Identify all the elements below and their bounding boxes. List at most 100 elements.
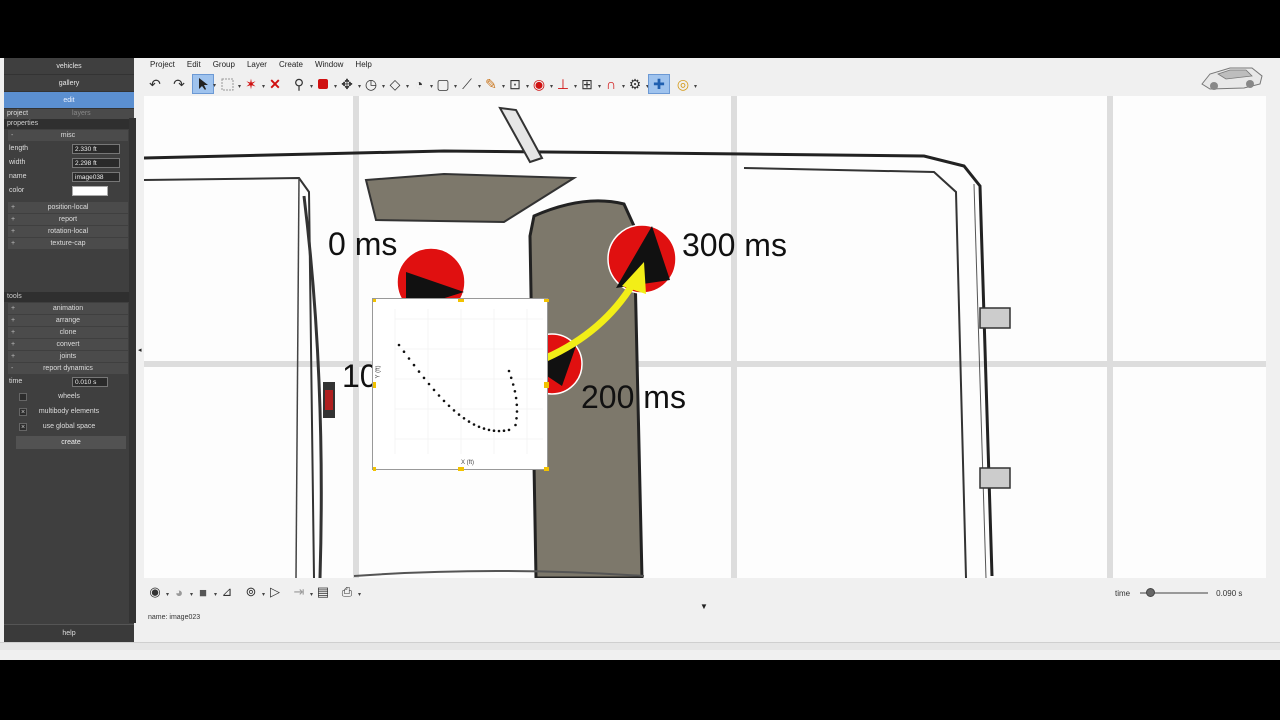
plot-point	[417, 370, 421, 373]
insert-icon[interactable]: ⊡ ▾	[504, 74, 529, 94]
time-field[interactable]: 0.010 s	[72, 377, 108, 387]
plot-point	[427, 382, 431, 386]
drawing-canvas[interactable]: 0 ms 300 ms 200 ms 10 X (ft) Y (ft)	[144, 96, 1266, 578]
group-report[interactable]: + report	[8, 214, 128, 225]
help-icon[interactable]: ◎ ▾	[672, 74, 697, 94]
tool-clone[interactable]: + clone	[8, 327, 128, 338]
global-space-checkbox[interactable]: ×	[19, 423, 27, 431]
panel-scrollbar[interactable]	[129, 118, 136, 623]
target-icon[interactable]: ◉ ▾	[528, 74, 553, 94]
crop-icon[interactable]: ⊿	[216, 582, 238, 602]
node-edit-icon[interactable]: ✶ ▾	[240, 74, 265, 94]
axes-icon[interactable]: ⊥ ▾	[552, 74, 577, 94]
tool-label: convert	[56, 341, 80, 348]
pencil-icon[interactable]: ✎ ▾	[480, 74, 505, 94]
tool-label: report dynamics	[43, 365, 93, 372]
sphere-icon[interactable]: ◉ ▾	[144, 582, 169, 602]
collapse-arrow-icon[interactable]: ▼	[700, 602, 708, 611]
global-space-row[interactable]: × use global space	[4, 419, 134, 434]
step-icon[interactable]: ⇥ ▾	[288, 582, 313, 602]
subtabs: project layers	[4, 109, 134, 119]
time-slider-thumb[interactable]	[1145, 588, 1155, 597]
selected-image-overlay[interactable]: X (ft) Y (ft)	[370, 296, 550, 473]
plot-point	[402, 350, 406, 353]
group-position-local[interactable]: + position-local	[8, 202, 128, 213]
rectangle-select-icon[interactable]: ▾	[216, 74, 241, 94]
group-label: report	[58, 216, 78, 223]
frame-icon[interactable]: ▢ ▾	[432, 74, 457, 94]
tools-header: tools	[4, 292, 134, 302]
group-texture-cap[interactable]: + texture-cap	[8, 238, 128, 249]
label-300ms: 300 ms	[682, 227, 787, 263]
multibody-checkbox[interactable]: ×	[19, 408, 27, 416]
multibody-label: multibody elements	[38, 408, 100, 415]
tab-project[interactable]: project	[4, 109, 69, 119]
grid-icon[interactable]: ✚	[648, 74, 670, 94]
multibody-row[interactable]: × multibody elements	[4, 404, 134, 419]
select-arrow-icon[interactable]: ▾	[192, 74, 216, 94]
expand-icon: +	[11, 341, 16, 348]
tool-report-dynamics[interactable]: - report dynamics	[8, 363, 128, 374]
width-field[interactable]: 2.298 ft	[72, 158, 120, 168]
nav-edit[interactable]: edit	[4, 92, 134, 109]
global-space-label: use global space	[42, 423, 96, 430]
help-button[interactable]: help	[4, 624, 134, 642]
time-slider[interactable]	[1140, 587, 1209, 599]
vehicle-diagram	[144, 96, 1266, 578]
sphere-alt-icon[interactable]: ◕ ▾	[168, 582, 193, 602]
plot-point	[515, 417, 518, 420]
panel-splitter-icon[interactable]: ◂	[138, 346, 142, 354]
group-rotation-local[interactable]: + rotation-local	[8, 226, 128, 237]
color-swatch[interactable]	[72, 186, 108, 196]
gear-icon[interactable]: ⚙▾	[624, 74, 649, 94]
plot-xlabel: X (ft)	[461, 460, 474, 466]
nav-gallery[interactable]: gallery	[4, 75, 134, 92]
time-value: 0.090 s	[1216, 588, 1243, 598]
prop-label: time	[9, 378, 23, 385]
polygon-icon[interactable]: ◇ ▾	[384, 74, 409, 94]
expand-icon: +	[11, 317, 16, 324]
tool-joints[interactable]: + joints	[8, 351, 128, 362]
collapse-icon: -	[11, 365, 14, 372]
align-icon[interactable]: ⊞ ▾	[576, 74, 601, 94]
redo-icon[interactable]: ↷	[168, 74, 190, 94]
tool-convert[interactable]: + convert	[8, 339, 128, 350]
report-icon[interactable]: ▤	[312, 582, 334, 602]
length-field[interactable]: 2.330 ft	[72, 144, 120, 154]
menu-project[interactable]: Project	[144, 58, 181, 70]
tool-label: animation	[52, 305, 84, 312]
expand-icon: +	[11, 329, 16, 336]
measure-icon[interactable]: ◔ ▾	[408, 74, 433, 94]
prop-label: width	[9, 159, 26, 166]
misc-group[interactable]: - misc	[8, 130, 128, 141]
camera-path-icon[interactable]: ⊚ ▾	[240, 582, 265, 602]
shape-icon[interactable]: ▾	[312, 74, 337, 94]
tool-arrange[interactable]: + arrange	[8, 315, 128, 326]
menu-layer[interactable]: Layer	[241, 58, 273, 70]
menu-edit[interactable]: Edit	[181, 58, 207, 70]
delete-icon[interactable]: ✕	[264, 74, 286, 94]
tool-animation[interactable]: + animation	[8, 303, 128, 314]
magnet-icon[interactable]: ∩ ▾	[600, 74, 625, 94]
menu-create[interactable]: Create	[273, 58, 309, 70]
print-icon[interactable]: ⎙ ▾	[336, 582, 361, 602]
collapse-icon: -	[11, 132, 14, 139]
pan-icon[interactable]: ✥ ▾	[336, 74, 361, 94]
tab-layers[interactable]: layers	[69, 109, 134, 119]
line-icon[interactable]: ⟋ ▾	[456, 74, 481, 94]
menu-group[interactable]: Group	[207, 58, 241, 70]
fill-icon[interactable]: ■ ▾	[192, 582, 217, 602]
rotate-icon[interactable]: ◷ ▾	[360, 74, 385, 94]
nav-vehicles[interactable]: vehicles	[4, 58, 134, 75]
undo-icon[interactable]: ↶	[144, 74, 166, 94]
plot-point	[462, 417, 466, 420]
wheels-row[interactable]: wheels	[4, 389, 134, 404]
plot-point	[492, 429, 496, 432]
create-button[interactable]: create	[16, 436, 126, 449]
zoom-icon[interactable]: ⚲ ▾	[288, 74, 313, 94]
wheels-checkbox[interactable]	[19, 393, 27, 401]
play-icon[interactable]: ▷	[264, 582, 286, 602]
name-field[interactable]: image038	[72, 172, 120, 182]
menu-window[interactable]: Window	[309, 58, 349, 70]
menu-help[interactable]: Help	[349, 58, 377, 70]
